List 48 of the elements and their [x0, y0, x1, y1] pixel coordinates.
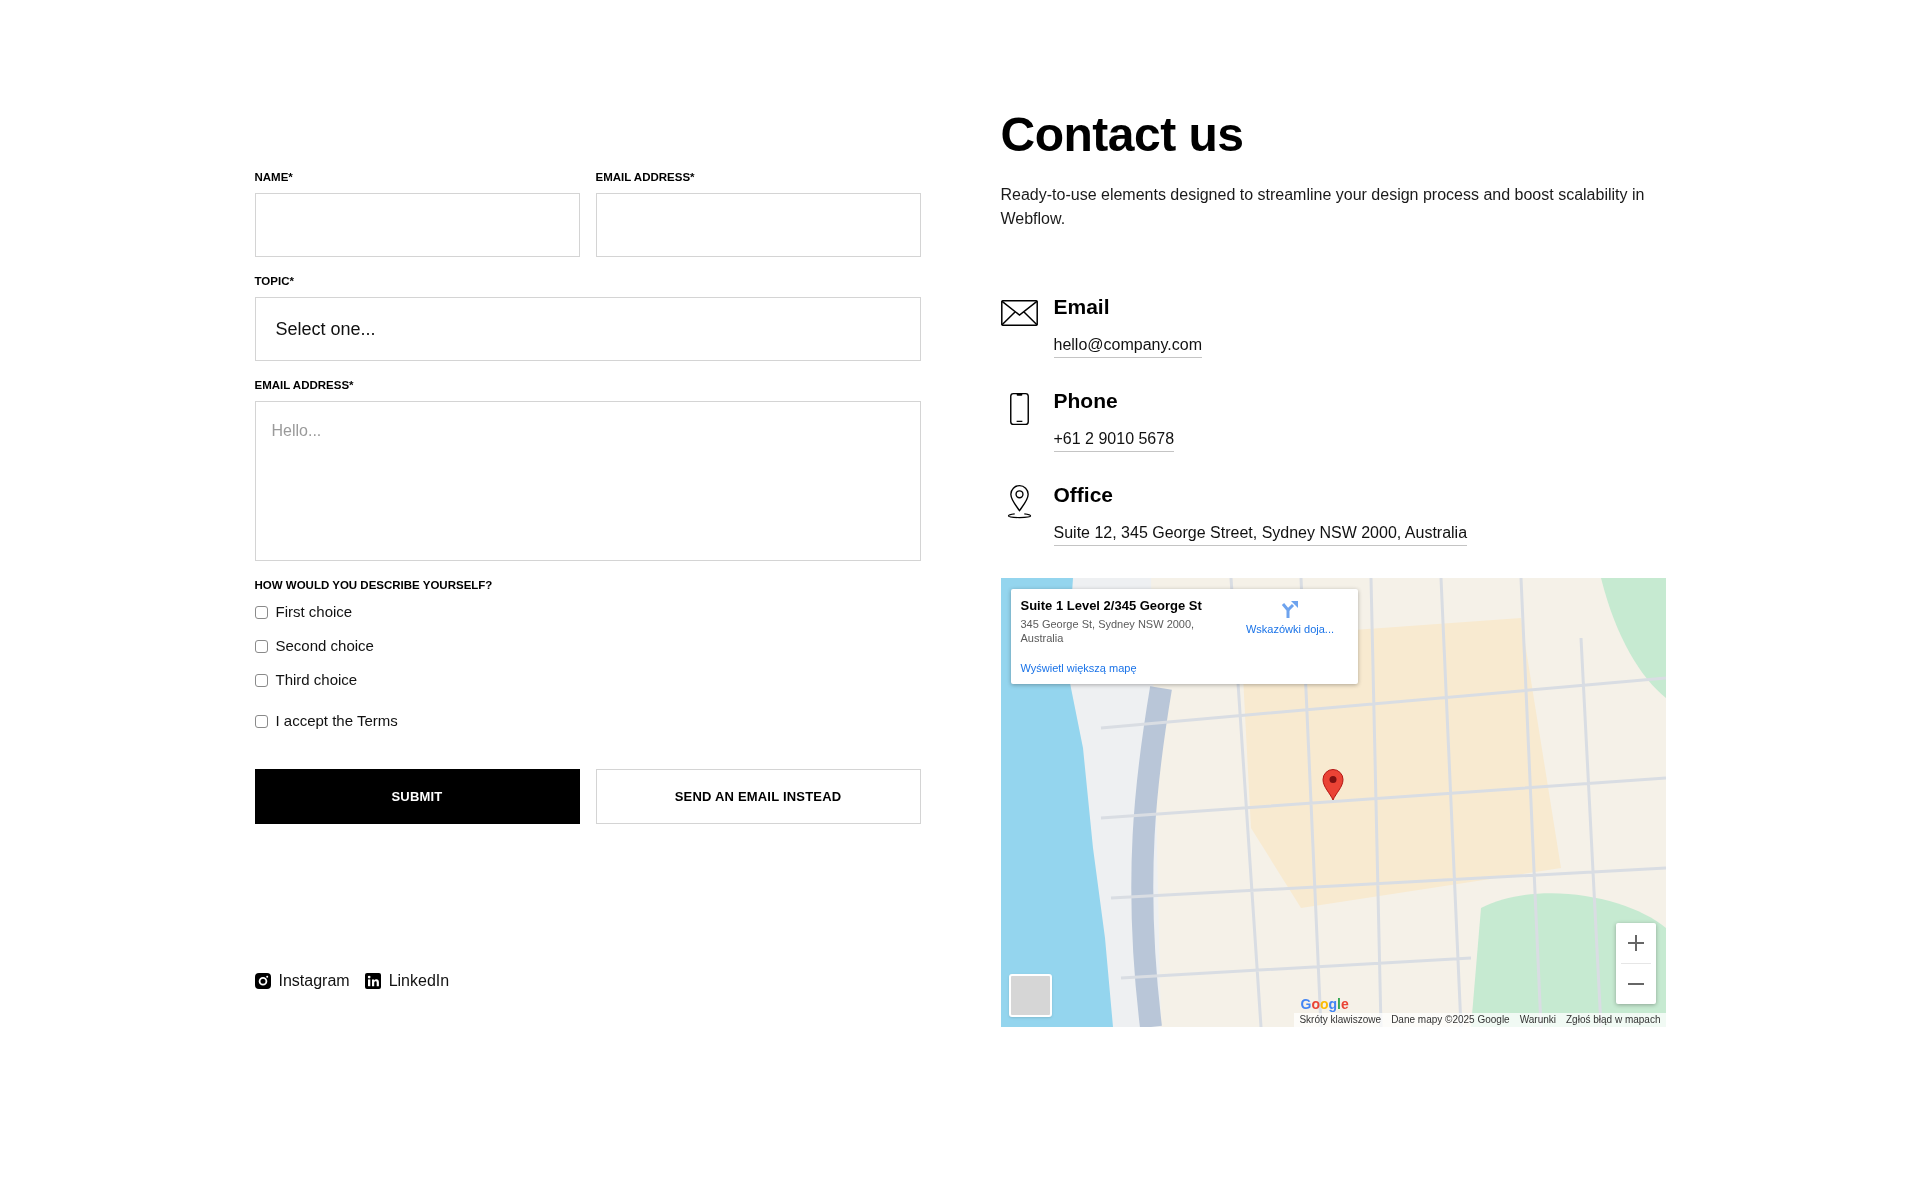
- checkbox[interactable]: [254, 673, 268, 687]
- place-title: Suite 1 Level 2/345 George St: [1020, 599, 1202, 613]
- attribution-link[interactable]: Dane mapy ©2025 Google: [1391, 1013, 1510, 1027]
- checkbox[interactable]: [254, 605, 268, 619]
- linkedin-link[interactable]: LinkedIn: [364, 969, 450, 993]
- message-field[interactable]: Hello...: [254, 401, 921, 561]
- phone-link[interactable]: +61 2 9010 5678: [1053, 427, 1175, 452]
- contact-title: Email: [1053, 294, 1110, 320]
- text-field[interactable]: [595, 193, 921, 257]
- attribution-link[interactable]: Skróty klawiszowe: [1299, 1013, 1382, 1027]
- attribution-link[interactable]: Zgłoś błąd w mapach: [1566, 1013, 1661, 1027]
- checkbox-label: I accept the Terms: [275, 710, 398, 731]
- checkbox[interactable]: [254, 714, 268, 728]
- checkbox-label: Third choice: [275, 669, 358, 690]
- attribution-link[interactable]: Warunki: [1519, 1013, 1556, 1027]
- question-label: HOW WOULD YOU DESCRIBE YOURSELF?: [254, 578, 494, 593]
- send-email-button[interactable]: SEND AN EMAIL INSTEAD: [595, 769, 921, 824]
- google-logo: Google: [1300, 996, 1349, 1012]
- smartphone-icon: [1009, 392, 1029, 426]
- directions-link[interactable]: Wskazówki doja...: [1230, 599, 1350, 675]
- address-link[interactable]: Suite 12, 345 George Street, Sydney NSW 2000, Australia: [1053, 521, 1468, 546]
- camera-icon: [254, 973, 271, 989]
- map-pin-icon: [1006, 483, 1032, 519]
- field-label: TOPIC*: [254, 274, 295, 289]
- directions-icon: [1281, 600, 1299, 618]
- plus-icon: [1626, 934, 1645, 952]
- minus-icon: [1626, 983, 1645, 985]
- larger-map-link[interactable]: Wyświetl większą mapę: [1020, 661, 1137, 675]
- select-field[interactable]: Select one...: [254, 297, 921, 361]
- field-label: EMAIL ADDRESS*: [254, 378, 355, 393]
- submit-button[interactable]: SUBMIT: [254, 769, 580, 824]
- page-title: Contact us: [1000, 107, 1245, 163]
- checkbox-label: First choice: [275, 601, 353, 622]
- map-type-thumbnail[interactable]: [1008, 974, 1052, 1017]
- email-link[interactable]: hello@company.com: [1053, 333, 1202, 358]
- place-address: 345 George St, Sydney NSW 2000, Australia: [1020, 617, 1196, 645]
- checkbox[interactable]: [254, 639, 268, 653]
- linkedin-icon: [364, 973, 381, 989]
- field-label: NAME*: [254, 170, 294, 185]
- envelope-icon: [1000, 300, 1038, 326]
- contact-title: Office: [1053, 482, 1113, 508]
- map-marker-icon: [1321, 769, 1344, 801]
- field-label: EMAIL ADDRESS*: [595, 170, 696, 185]
- contact-title: Phone: [1053, 388, 1118, 414]
- instagram-link[interactable]: Instagram: [254, 969, 350, 993]
- page-description: Ready-to-use elements designed to streamline your design process and boost scalability in Webflow.: [1000, 185, 1646, 229]
- text-field[interactable]: [254, 193, 580, 257]
- checkbox-label: Second choice: [275, 635, 374, 656]
